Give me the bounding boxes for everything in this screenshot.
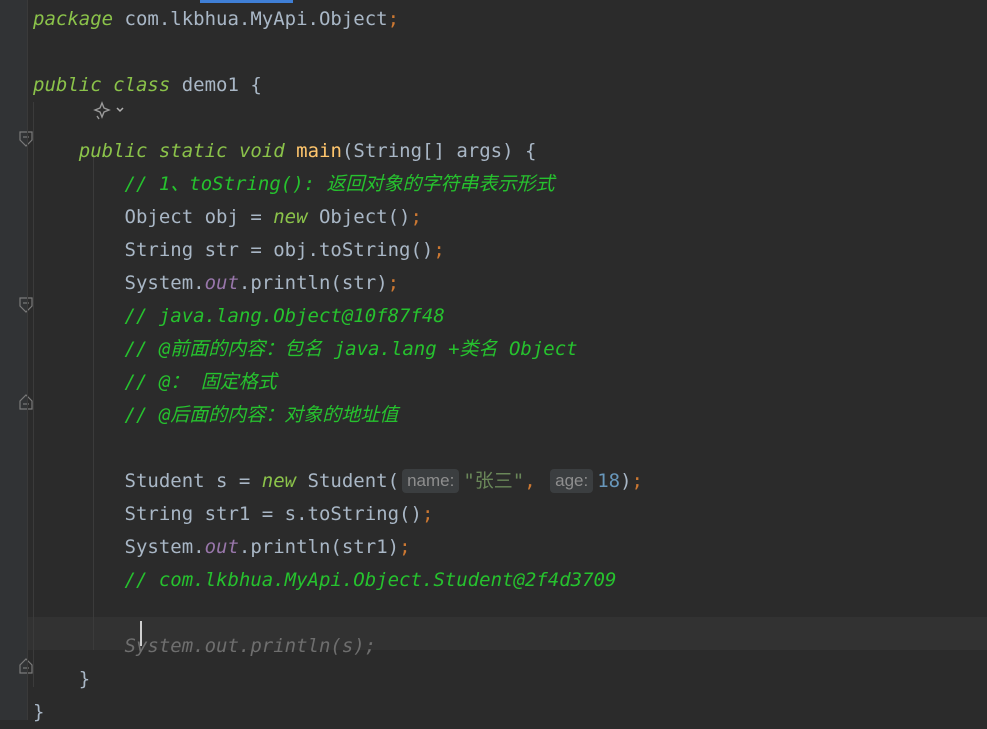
code-token: public [78, 140, 148, 162]
code-line[interactable]: // @： 固定格式 [33, 366, 277, 399]
code-line[interactable]: String str = obj.toString(); [33, 234, 445, 267]
code-token: // @前面的内容：包名 java.lang +类名 Object [124, 338, 578, 360]
fold-marker-icon[interactable] [19, 297, 33, 313]
code-token: static [158, 140, 228, 162]
code-token: , [524, 470, 536, 492]
code-line[interactable]: // 1、toString(): 返回对象的字符串表示形式 [33, 168, 555, 201]
code-token: Student( [296, 470, 400, 492]
code-token: ; [387, 272, 400, 294]
code-line[interactable]: Object obj = new Object(); [33, 201, 422, 234]
code-token: // @后面的内容：对象的地址值 [124, 404, 399, 426]
code-token: class [113, 74, 171, 96]
code-token: package [33, 8, 114, 30]
code-token: // java.lang.Object@10f87f48 [124, 305, 445, 327]
code-token: new [273, 206, 308, 228]
code-token: ; [387, 8, 400, 30]
code-token: Object obj = [33, 206, 274, 228]
ai-sparkle-icon[interactable] [93, 101, 127, 121]
code-token: ; [433, 239, 445, 261]
code-token: Student s = [33, 470, 262, 492]
code-token: ; [399, 536, 411, 558]
code-token: .println(str) [238, 272, 388, 294]
code-token: "张三" [463, 470, 525, 492]
fold-end-marker-icon[interactable] [19, 394, 33, 410]
code-token: System. [33, 536, 205, 558]
code-token: String str = obj.toString() [33, 239, 434, 261]
code-token: // @： 固定格式 [124, 371, 277, 393]
code-line[interactable]: System.out.println(str1); [33, 531, 411, 564]
fold-marker-icon[interactable] [19, 131, 33, 147]
editor-gutter[interactable] [0, 0, 33, 720]
parameter-hint: age: [550, 469, 594, 493]
parameter-hint: name: [402, 469, 460, 493]
code-token: Object() [307, 206, 411, 228]
code-line[interactable]: String str1 = s.toString(); [33, 498, 434, 531]
code-token: new [261, 470, 297, 492]
code-token: ) [620, 470, 632, 492]
code-line[interactable]: package com.lkbhua.MyApi.Object; [33, 3, 399, 36]
code-token: 18 [597, 470, 621, 492]
code-token: // 1、toString(): 返回对象的字符串表示形式 [124, 173, 555, 195]
fold-end-marker-icon[interactable] [19, 658, 33, 674]
code-line[interactable]: // @前面的内容：包名 java.lang +类名 Object [33, 333, 578, 366]
text-cursor [140, 621, 142, 646]
code-token: } [33, 668, 91, 690]
code-token: String str1 = s.toString() [33, 503, 422, 525]
code-line[interactable]: System.out.println(s); [33, 630, 377, 663]
code-line[interactable]: System.out.println(str); [33, 267, 400, 300]
code-token: ; [631, 470, 643, 492]
code-token: main [296, 140, 342, 162]
code-line[interactable]: // com.lkbhua.MyApi.Object.Student@2f4d3… [33, 564, 617, 597]
code-token: void [238, 140, 285, 162]
code-line[interactable]: public static void main(String[] args) { [33, 135, 537, 168]
code-token: com.lkbhua.MyApi.Object [113, 8, 388, 30]
code-token: // com.lkbhua.MyApi.Object.Student@2f4d3… [124, 569, 617, 591]
gutter-separator [27, 0, 28, 720]
code-line[interactable]: // @后面的内容：对象的地址值 [33, 399, 399, 432]
code-token: ; [410, 206, 422, 228]
code-token: ; [421, 503, 434, 525]
code-line[interactable]: } [33, 696, 44, 729]
code-token: out [204, 536, 239, 558]
code-editor[interactable]: package com.lkbhua.MyApi.Object; public c… [0, 0, 987, 723]
code-token: public [33, 74, 102, 96]
code-token: .println(str1) [238, 536, 400, 558]
code-token: System.out.println(s); [124, 635, 377, 657]
code-line[interactable]: public class demo1 { [33, 69, 262, 102]
code-token: demo1 { [170, 74, 262, 96]
code-line[interactable]: Student s = new Student(name: "张三", age: 1… [33, 465, 643, 498]
code-token: (String[] args) { [341, 140, 537, 162]
code-token: System. [33, 272, 205, 294]
code-token: out [204, 272, 239, 294]
code-line[interactable]: } [33, 663, 90, 696]
code-line[interactable]: // java.lang.Object@10f87f48 [33, 300, 445, 333]
